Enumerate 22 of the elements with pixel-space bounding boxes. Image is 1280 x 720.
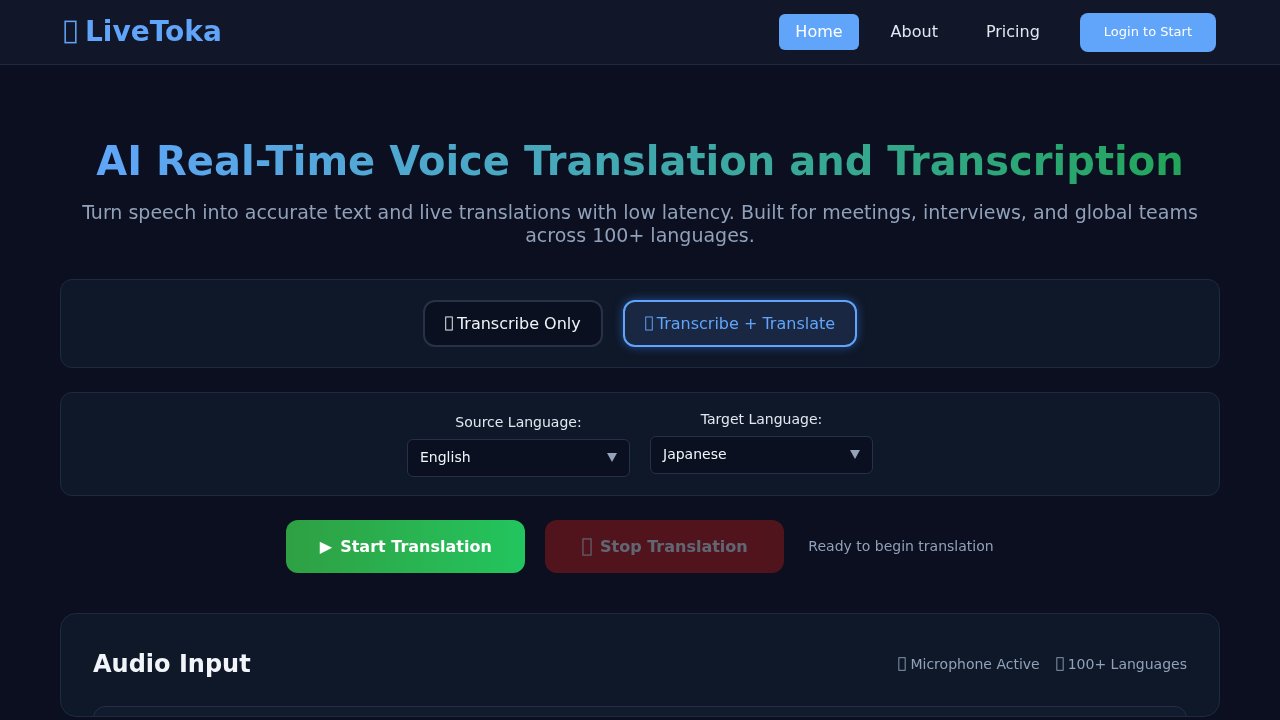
status-text: Ready to begin translation bbox=[808, 537, 994, 556]
info-label: 100+ Languages bbox=[1067, 654, 1187, 674]
missing-glyph-icon bbox=[898, 657, 907, 671]
missing-glyph-icon bbox=[644, 316, 653, 331]
missing-glyph-icon bbox=[581, 537, 592, 556]
panel-title: Audio Input bbox=[93, 649, 251, 680]
dropdown-caret-icon bbox=[607, 453, 617, 462]
field-label: Source Language: bbox=[455, 412, 582, 432]
nav-link[interactable]: Pricing bbox=[969, 14, 1056, 50]
missing-glyph-icon bbox=[1055, 657, 1064, 671]
missing-glyph-icon bbox=[444, 316, 453, 331]
hero-subtitle: Turn speech into accurate text and live translations with low latency. Built for meetings, interviews, and global teams across 100+ languages. bbox=[81, 201, 1199, 247]
language-select[interactable]: English bbox=[407, 438, 630, 477]
brand-name[interactable]: LiveToka bbox=[85, 11, 222, 53]
missing-glyph-icon bbox=[64, 20, 77, 44]
language-select[interactable]: Japanese bbox=[650, 435, 873, 474]
field-label: Target Language: bbox=[700, 409, 823, 429]
nav-link[interactable]: About bbox=[874, 14, 954, 50]
mode-tab[interactable]: Transcribe Only bbox=[422, 300, 603, 347]
dropdown-caret-icon bbox=[850, 450, 860, 459]
info-label: Microphone Active bbox=[910, 654, 1040, 674]
mode-tab[interactable]: Transcribe + Translate bbox=[622, 300, 858, 347]
